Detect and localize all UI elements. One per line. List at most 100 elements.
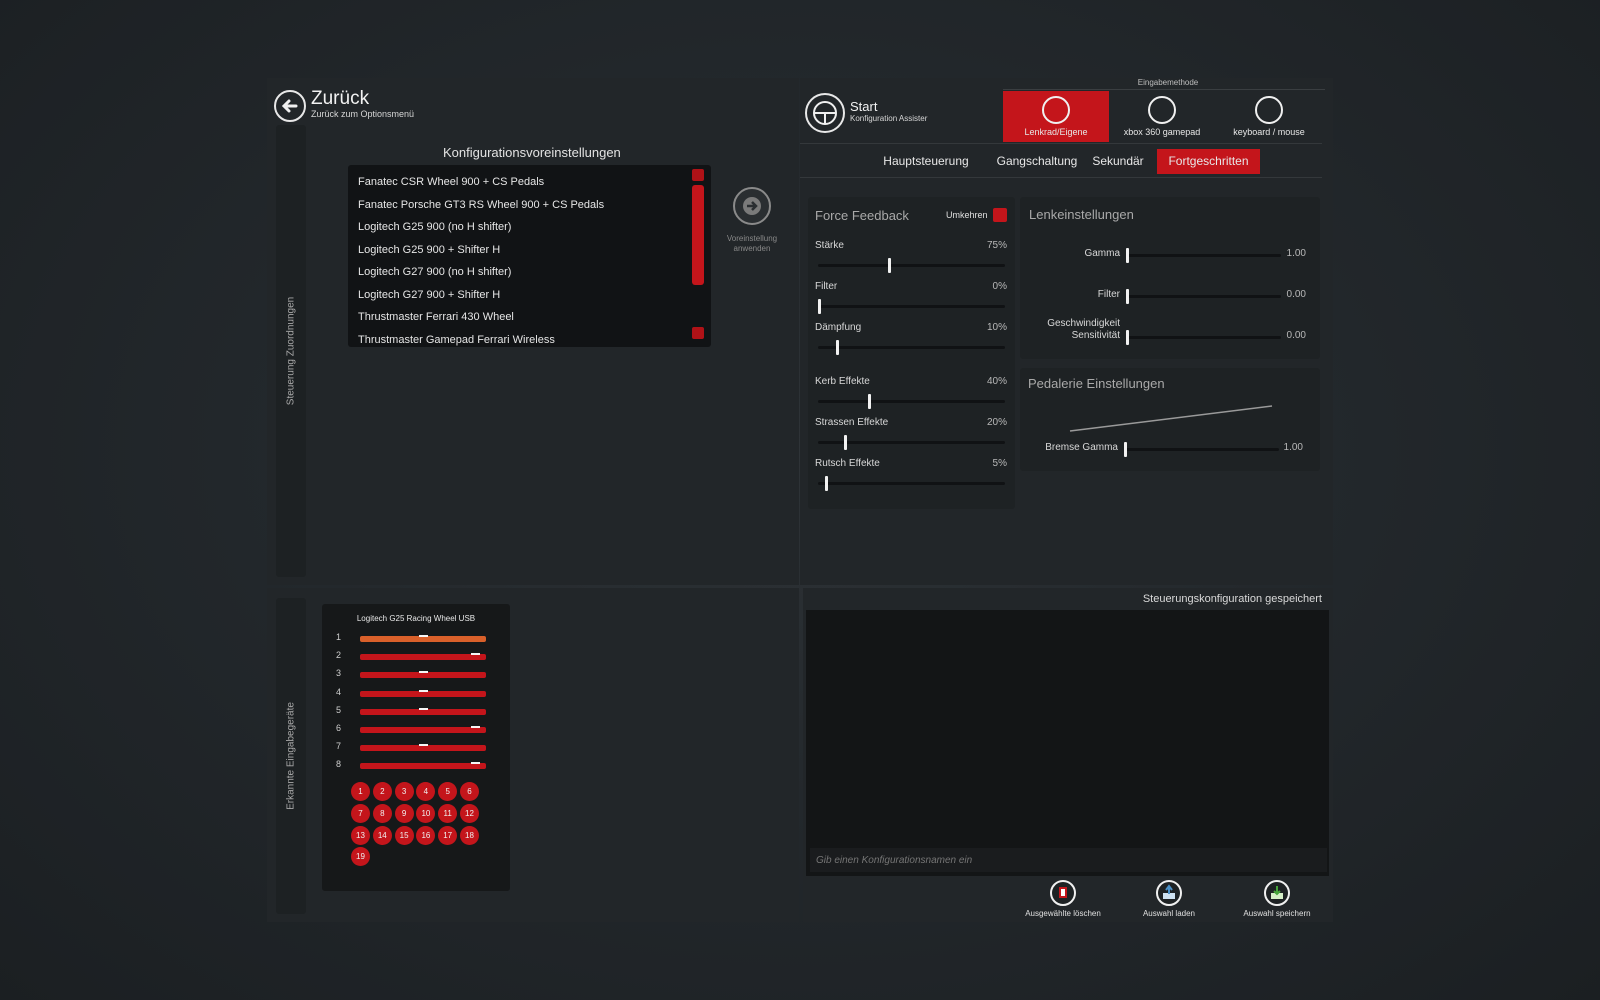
brake-gamma-value: 1.00 <box>1283 442 1303 453</box>
preset-item[interactable]: Logitech G27 900 + Shifter H <box>348 284 711 307</box>
start-title: Start <box>850 99 878 114</box>
scroll-thumb[interactable] <box>692 185 704 285</box>
steering-wheel-icon <box>805 93 845 133</box>
tab-2[interactable]: Sekundär <box>1083 149 1153 174</box>
load-selection-button[interactable]: Auswahl laden <box>1128 880 1210 918</box>
device-button-indicator: 1 <box>351 782 370 801</box>
steering-slider-label-2: Sensitivität <box>1071 330 1120 341</box>
device-button-indicator: 12 <box>460 803 479 823</box>
ff-slider-label: Dämpfung <box>815 322 862 333</box>
ff-slider[interactable] <box>818 394 1005 409</box>
input-mode-label: Lenkrad/Eigene <box>1024 127 1088 137</box>
axis-number: 5 <box>336 704 342 715</box>
axis-bar <box>360 727 486 733</box>
device-button-indicator: 9 <box>394 803 414 823</box>
ff-slider-value: 0% <box>992 281 1007 292</box>
input-mode-label: xbox 360 gamepad <box>1123 127 1201 137</box>
input-mode-0[interactable]: Lenkrad/Eigene <box>1003 91 1109 142</box>
steering-slider-label: Filter <box>1097 289 1120 300</box>
brake-gamma-slider[interactable] <box>1124 442 1279 457</box>
side-tab-bottom-label: Erkannte Eingabegeräte <box>285 702 297 810</box>
ff-slider[interactable] <box>818 299 1005 314</box>
input-mode-2[interactable]: keyboard / mouse <box>1216 91 1322 142</box>
config-list[interactable] <box>806 610 1329 876</box>
tab-0[interactable]: Hauptsteuerung <box>867 149 985 174</box>
device-button-indicator: 11 <box>438 803 458 823</box>
axis-marker <box>471 726 480 728</box>
axis-bar <box>360 763 486 770</box>
pedals-title: Pedalerie Einstellungen <box>1028 376 1165 391</box>
tab-1[interactable]: Gangschaltung <box>978 149 1096 174</box>
input-mode-1[interactable]: xbox 360 gamepad <box>1109 91 1215 142</box>
preset-item[interactable]: Thrustmaster Gamepad Ferrari Wireless <box>348 329 711 348</box>
config-name-input[interactable] <box>810 848 1327 872</box>
slider-knob[interactable] <box>825 476 828 491</box>
back-button[interactable]: Zurück Zurück zum Optionsmenü <box>274 88 434 124</box>
keyboard-icon <box>1255 96 1283 124</box>
divider <box>800 177 1322 178</box>
start-subtitle: Konfiguration Assister <box>850 114 928 123</box>
slider-knob[interactable] <box>1126 248 1129 263</box>
preset-item[interactable]: Fanatec CSR Wheel 900 + CS Pedals <box>348 171 711 194</box>
ff-slider-value: 5% <box>992 458 1007 469</box>
delete-selected-button[interactable]: Ausgewählte löschen <box>1022 880 1104 918</box>
save-selection-label: Auswahl speichern <box>1243 909 1311 918</box>
input-method-label: Eingabemethode <box>1137 78 1199 87</box>
slider-knob[interactable] <box>844 435 847 450</box>
steering-slider[interactable] <box>1126 248 1281 263</box>
invert-checkbox[interactable] <box>993 208 1007 222</box>
tab-3[interactable]: Fortgeschritten <box>1157 149 1260 174</box>
back-subtitle: Zurück zum Optionsmenü <box>311 109 415 119</box>
invert-label: Umkehren <box>946 210 988 220</box>
slider-knob[interactable] <box>1126 330 1129 345</box>
slider-knob[interactable] <box>1124 442 1127 457</box>
steering-slider-value: 0.00 <box>1286 289 1306 300</box>
slider-knob[interactable] <box>888 258 891 273</box>
device-button-indicator: 3 <box>394 782 414 801</box>
tab-erkannte-eingabegeraete[interactable]: Erkannte Eingabegeräte <box>276 598 306 914</box>
start-assistant-button[interactable]: Start Konfiguration Assister <box>805 93 975 135</box>
preset-item[interactable]: Logitech G27 900 (no H shifter) <box>348 261 711 284</box>
apply-preset-button[interactable]: Voreinstellung anwenden <box>725 187 779 257</box>
ff-slider-label: Filter <box>815 281 838 292</box>
ff-slider[interactable] <box>818 340 1005 355</box>
axis-marker <box>419 707 428 710</box>
axis-marker <box>471 762 480 765</box>
scroll-down-button[interactable] <box>692 327 704 339</box>
slider-knob[interactable] <box>836 340 839 355</box>
steering-slider[interactable] <box>1126 289 1281 304</box>
force-feedback-title: Force Feedback <box>815 208 909 223</box>
save-selection-button[interactable]: Auswahl speichern <box>1236 880 1318 918</box>
scroll-up-button[interactable] <box>692 169 704 181</box>
steering-slider-label: Gamma <box>1084 248 1120 259</box>
ff-slider[interactable] <box>818 476 1005 491</box>
device-button-indicator: 17 <box>438 825 458 845</box>
steering-slider[interactable] <box>1126 330 1281 345</box>
apply-label-2: anwenden <box>733 244 771 253</box>
axis-marker <box>419 635 428 637</box>
tab-steuerung-zuordnungen[interactable]: Steuerung Zuordnungen <box>276 125 306 577</box>
delete-selected-label: Ausgewählte löschen <box>1025 909 1101 918</box>
load-selection-label: Auswahl laden <box>1142 909 1196 918</box>
slider-knob[interactable] <box>868 394 871 409</box>
axis-number: 6 <box>336 723 342 733</box>
axis-row: 5 <box>336 704 496 718</box>
ff-slider[interactable] <box>818 435 1005 450</box>
device-name: Logitech G25 Racing Wheel USB <box>356 614 476 623</box>
axis-number: 3 <box>336 668 342 679</box>
slider-knob[interactable] <box>1126 289 1129 304</box>
preset-item[interactable]: Thrustmaster Ferrari 430 Wheel <box>348 306 711 329</box>
device-button-indicator: 14 <box>372 825 392 845</box>
ff-slider-value: 20% <box>986 417 1007 428</box>
preset-item[interactable]: Fanatec Porsche GT3 RS Wheel 900 + CS Pe… <box>348 194 711 217</box>
axis-row: 3 <box>336 668 496 681</box>
preset-scrollbar[interactable] <box>692 169 706 341</box>
preset-item[interactable]: Logitech G25 900 + Shifter H <box>348 239 711 262</box>
device-button-indicator: 18 <box>460 825 479 845</box>
divider <box>800 143 1322 144</box>
ff-slider-label: Stärke <box>815 240 844 251</box>
slider-knob[interactable] <box>818 299 821 314</box>
ff-slider[interactable] <box>818 258 1005 273</box>
steering-title: Lenkeinstellungen <box>1029 207 1134 222</box>
preset-item[interactable]: Logitech G25 900 (no H shifter) <box>348 216 711 239</box>
